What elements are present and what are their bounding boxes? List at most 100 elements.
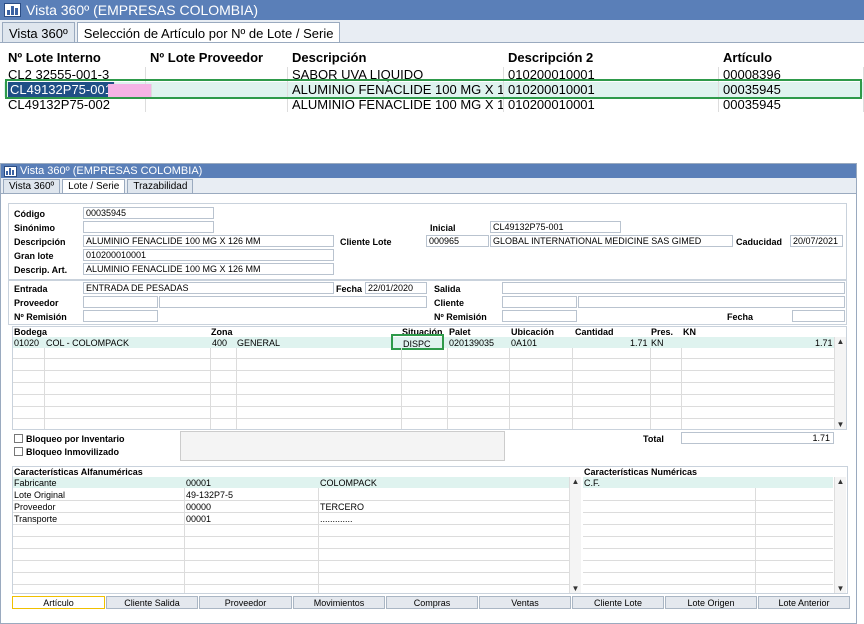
- label-salida: Salida: [434, 284, 461, 294]
- cliente-salida-button[interactable]: Cliente Salida: [106, 596, 198, 609]
- bloqueo-inventario-label: Bloqueo por Inventario: [26, 434, 125, 444]
- col-descripcion[interactable]: Descripción: [288, 50, 504, 65]
- stock-scrollbar[interactable]: ▲ ▼: [834, 337, 846, 429]
- cell-palet: 020139035: [449, 338, 495, 348]
- scroll-up-icon[interactable]: ▲: [835, 337, 846, 346]
- bloqueo-inventario-checkbox[interactable]: Bloqueo por Inventario: [14, 434, 125, 444]
- app-chart-icon: [4, 165, 17, 177]
- bloqueo-inmovilizado-label: Bloqueo Inmovilizado: [26, 447, 120, 457]
- articulo-button[interactable]: Artículo: [12, 596, 105, 609]
- col-cantidad[interactable]: Cantidad: [575, 327, 614, 337]
- col-kn[interactable]: KN: [683, 327, 696, 337]
- tab-seleccion-articulo[interactable]: Selección de Artículo por Nº de Lote / S…: [76, 22, 341, 42]
- alfa-scrollbar[interactable]: ▲ ▼: [569, 477, 581, 593]
- scroll-up-icon[interactable]: ▲: [570, 477, 581, 486]
- label-fecha: Fecha: [336, 284, 363, 294]
- num-row-selected[interactable]: [583, 477, 833, 488]
- alfa-row-selected[interactable]: [13, 477, 569, 488]
- inicial-field[interactable]: CL49132P75-001: [490, 221, 621, 233]
- codigo-field[interactable]: 00035945: [83, 207, 214, 219]
- tab-trazabilidad[interactable]: Trazabilidad: [127, 179, 194, 193]
- scroll-down-icon[interactable]: ▼: [835, 584, 846, 593]
- label-sinonimo: Sinónimo: [14, 223, 55, 233]
- cell-lote: CL49132P75-002: [4, 97, 146, 112]
- alfa-name: Transporte: [14, 514, 58, 524]
- alfa-value: TERCERO: [320, 502, 365, 512]
- grid-header: Nº Lote Interno Nº Lote Proveedor Descri…: [4, 50, 864, 65]
- proveedor-code-field[interactable]: [83, 296, 158, 308]
- tab-vista360[interactable]: Vista 360º: [3, 179, 61, 193]
- col-pres[interactable]: Pres.: [651, 327, 673, 337]
- label-proveedor: Proveedor: [14, 298, 59, 308]
- bottom-tab-row: Vista 360º Lote / Serie Trazabilidad: [1, 178, 856, 194]
- col-descripcion2[interactable]: Descripción 2: [504, 50, 719, 65]
- label-remision: Nº Remisión: [14, 312, 67, 322]
- label-entrada: Entrada: [14, 284, 48, 294]
- remision-field[interactable]: [83, 310, 158, 322]
- scroll-up-icon[interactable]: ▲: [835, 477, 846, 486]
- movimientos-button[interactable]: Movimientos: [293, 596, 385, 609]
- fecha-field[interactable]: 22/01/2020: [365, 282, 427, 294]
- lote-anterior-button[interactable]: Lote Anterior: [758, 596, 850, 609]
- num-name: C.F.: [584, 478, 601, 488]
- caducidad-field[interactable]: 20/07/2021: [790, 235, 843, 247]
- cliente-lote-button[interactable]: Cliente Lote: [572, 596, 664, 609]
- cell-kn: 1.71: [815, 338, 833, 348]
- cliente-code-field-2[interactable]: [502, 296, 577, 308]
- cell-bodega-code: 01020: [14, 338, 40, 348]
- label-fecha-2: Fecha: [727, 312, 754, 322]
- total-label: Total: [643, 434, 664, 444]
- top-window-title: Vista 360º (EMPRESAS COLOMBIA): [26, 2, 259, 18]
- cliente-code-field[interactable]: 000965: [426, 235, 489, 247]
- proveedor-button[interactable]: Proveedor: [199, 596, 292, 609]
- entrada-field[interactable]: ENTRADA DE PESADAS: [83, 282, 334, 294]
- alfa-name: Fabricante: [14, 478, 57, 488]
- col-palet[interactable]: Palet: [449, 327, 471, 337]
- gran-lote-field[interactable]: 010200010001: [83, 249, 334, 261]
- fecha-field-2[interactable]: [792, 310, 845, 322]
- col-bodega[interactable]: Bodega: [14, 327, 47, 337]
- tab-lote-serie[interactable]: Lote / Serie: [62, 179, 126, 193]
- label-caducidad: Caducidad: [736, 237, 783, 247]
- alfa-code: 49-132P7-5: [186, 490, 234, 500]
- cell-pres: KN: [651, 338, 664, 348]
- action-button-bar: Artículo Cliente Salida Proveedor Movimi…: [12, 596, 851, 610]
- alfa-code: 00000: [186, 502, 212, 512]
- compras-button[interactable]: Compras: [386, 596, 478, 609]
- bloqueo-inmovilizado-checkbox[interactable]: Bloqueo Inmovilizado: [14, 447, 119, 457]
- alfa-code: 00001: [186, 478, 212, 488]
- total-field: 1.71: [681, 432, 834, 444]
- cliente-name-field[interactable]: GLOBAL INTERNATIONAL MEDICINE SAS GIMED: [490, 235, 733, 247]
- descripcion-field[interactable]: ALUMINIO FENACLIDE 100 MG X 126 MM: [83, 235, 334, 247]
- remision-field-2[interactable]: [502, 310, 577, 322]
- col-lote-interno[interactable]: Nº Lote Interno: [4, 50, 146, 65]
- bloqueo-notes-box[interactable]: [180, 431, 505, 461]
- col-articulo[interactable]: Artículo: [719, 50, 864, 65]
- col-zona[interactable]: Zona: [211, 327, 233, 337]
- num-title: Características Numéricas: [584, 467, 698, 477]
- cell-descripcion: ALUMINIO FENACLIDE 100 MG X 126: [288, 97, 504, 112]
- salida-field[interactable]: [502, 282, 845, 294]
- bottom-title-bar: Vista 360º (EMPRESAS COLOMBIA): [1, 164, 856, 178]
- col-lote-proveedor[interactable]: Nº Lote Proveedor: [146, 50, 288, 65]
- scroll-down-icon[interactable]: ▼: [835, 420, 846, 429]
- descrip-art-field[interactable]: ALUMINIO FENACLIDE 100 MG X 126 MM: [83, 263, 334, 275]
- lote-origen-button[interactable]: Lote Origen: [665, 596, 757, 609]
- proveedor-name-field[interactable]: [159, 296, 427, 308]
- cell-cantidad: 1.71: [630, 338, 648, 348]
- col-ubicacion[interactable]: Ubicación: [511, 327, 554, 337]
- cell-articulo: 00035945: [719, 97, 864, 112]
- ventas-button[interactable]: Ventas: [479, 596, 571, 609]
- label-cliente: Cliente: [434, 298, 465, 308]
- label-cliente-lote: Cliente Lote: [340, 237, 392, 247]
- num-scrollbar[interactable]: ▲ ▼: [834, 477, 846, 593]
- cliente-name-field-2[interactable]: [578, 296, 845, 308]
- sinonimo-field[interactable]: [83, 221, 214, 233]
- tab-vista360[interactable]: Vista 360º: [2, 22, 75, 42]
- alfa-name: Lote Original: [14, 490, 66, 500]
- checkbox-icon[interactable]: [14, 447, 23, 456]
- checkbox-icon[interactable]: [14, 434, 23, 443]
- scroll-down-icon[interactable]: ▼: [570, 584, 581, 593]
- label-descrip-art: Descrip. Art.: [14, 265, 68, 275]
- table-row[interactable]: CL49132P75-002 ALUMINIO FENACLIDE 100 MG…: [4, 97, 864, 112]
